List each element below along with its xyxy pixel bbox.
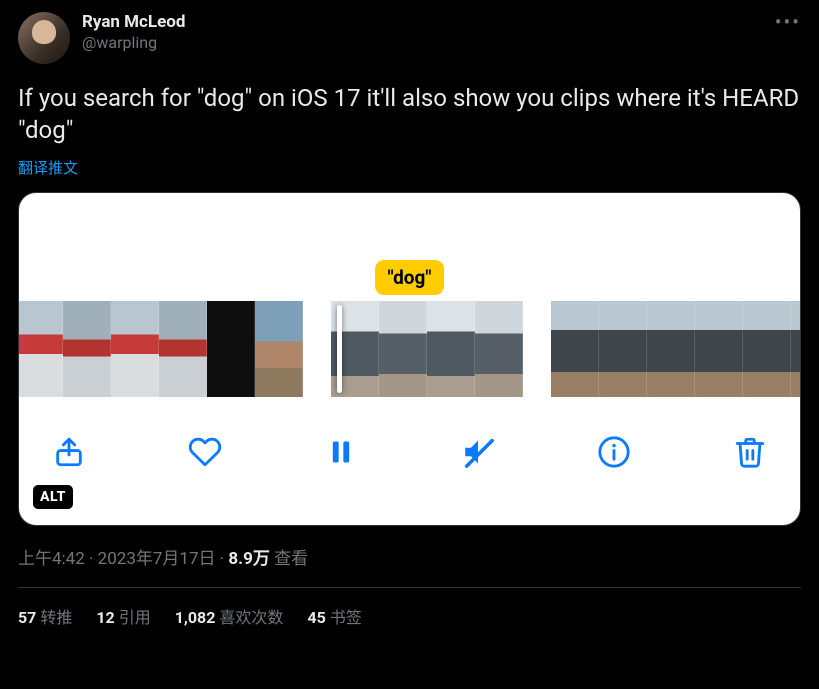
clip-thumb[interactable] xyxy=(255,301,303,397)
clip-thumb[interactable] xyxy=(111,301,159,397)
clip-thumb[interactable] xyxy=(647,301,695,397)
info-icon[interactable] xyxy=(594,432,634,472)
user-block[interactable]: Ryan McLeod @warpling xyxy=(82,12,185,52)
divider xyxy=(18,587,801,588)
tweet-date[interactable]: 2023年7月17日 xyxy=(98,549,216,569)
clip-thumb[interactable] xyxy=(63,301,111,397)
clip-thumb[interactable] xyxy=(743,301,791,397)
quotes-stat[interactable]: 12引用 xyxy=(96,604,150,628)
translate-link[interactable]: 翻译推文 xyxy=(18,157,78,178)
stats-row: 57转推 12引用 1,082喜欢次数 45书签 xyxy=(18,604,801,628)
clip-thumb[interactable] xyxy=(551,301,599,397)
transcript-chip: "dog" xyxy=(375,260,445,295)
mute-icon[interactable] xyxy=(458,432,498,472)
tweet-text: If you search for "dog" on iOS 17 it'll … xyxy=(18,82,801,147)
clip-thumb[interactable] xyxy=(599,301,647,397)
clip-thumb[interactable] xyxy=(695,301,743,397)
share-icon[interactable] xyxy=(49,432,89,472)
likes-stat[interactable]: 1,082喜欢次数 xyxy=(175,604,284,628)
clip-thumb[interactable] xyxy=(379,301,427,397)
tweet-meta: 上午4:42 · 2023年7月17日 · 8.9万 查看 xyxy=(18,544,801,569)
clip-thumb[interactable] xyxy=(18,301,63,397)
heart-icon[interactable] xyxy=(185,432,225,472)
views-count: 8.9万 xyxy=(228,549,269,569)
clip-group[interactable] xyxy=(18,301,303,397)
clip-thumb[interactable] xyxy=(475,301,523,397)
clip-group[interactable] xyxy=(551,301,801,397)
media-top-area: "dog" xyxy=(19,193,800,301)
media-card[interactable]: "dog" xyxy=(18,192,801,526)
pause-icon[interactable] xyxy=(321,432,361,472)
video-timeline[interactable] xyxy=(18,301,801,397)
clip-thumb[interactable] xyxy=(207,301,255,397)
alt-badge[interactable]: ALT xyxy=(33,485,73,509)
more-button[interactable]: ••• xyxy=(775,10,801,34)
user-handle: @warpling xyxy=(82,33,185,52)
clip-thumb[interactable] xyxy=(427,301,475,397)
avatar[interactable] xyxy=(18,12,70,64)
clip-thumb[interactable] xyxy=(791,301,801,397)
media-toolbar xyxy=(19,397,800,485)
playhead-scrubber[interactable] xyxy=(337,305,342,393)
views-label: 查看 xyxy=(274,549,308,569)
clip-group[interactable] xyxy=(331,301,523,397)
clip-thumb[interactable] xyxy=(159,301,207,397)
tweet-container: ••• Ryan McLeod @warpling If you search … xyxy=(0,0,819,628)
display-name: Ryan McLeod xyxy=(82,12,185,32)
trash-icon[interactable] xyxy=(730,432,770,472)
bookmarks-stat[interactable]: 45书签 xyxy=(307,604,361,628)
tweet-time[interactable]: 上午4:42 xyxy=(18,549,85,569)
retweets-stat[interactable]: 57转推 xyxy=(18,604,72,628)
tweet-header: Ryan McLeod @warpling xyxy=(18,12,801,64)
